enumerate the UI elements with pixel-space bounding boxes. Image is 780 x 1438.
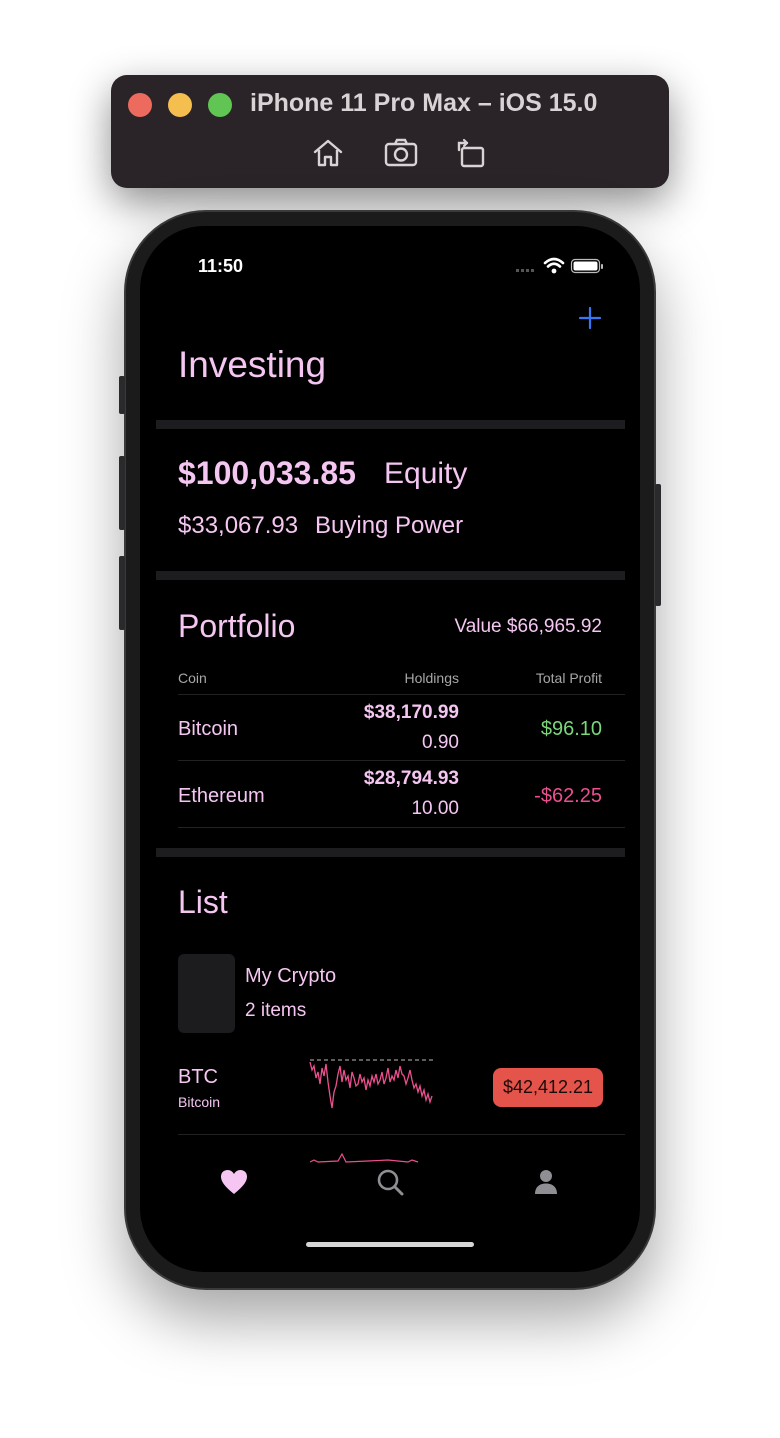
portfolio-title: Portfolio — [178, 608, 296, 644]
buying-power-label: Buying Power — [315, 512, 464, 539]
buying-power-value: $33,067.93 — [178, 512, 299, 539]
app-screen: 11:50 Investing $100,033.85 Equity $33,0… — [140, 226, 640, 1272]
sparkline-path — [309, 1061, 433, 1109]
screenshot-icon[interactable] — [383, 136, 419, 170]
table-row[interactable]: Bitcoin $38,170.99 0.90 $96.10 — [140, 695, 640, 760]
partial-sparkline — [308, 1151, 438, 1163]
status-time: 11:50 — [198, 256, 244, 276]
equity-value: $100,033.85 — [178, 455, 356, 491]
zoom-window-button[interactable] — [208, 93, 232, 117]
table-row[interactable]: Ethereum $28,794.93 10.00 -$62.25 — [140, 761, 640, 827]
coin-name: Bitcoin — [178, 718, 239, 740]
power-button — [655, 484, 661, 606]
list-item-count: 2 items — [245, 1000, 307, 1021]
list-title: List — [178, 884, 228, 920]
battery-icon — [570, 258, 603, 274]
tab-search[interactable] — [374, 1166, 406, 1198]
cellular-signal-icon — [516, 269, 534, 272]
holdings-value: $28,794.93 — [363, 768, 459, 789]
column-header-total-profit: Total Profit — [535, 670, 602, 686]
coin-name: Ethereum — [178, 785, 265, 807]
total-profit: -$62.25 — [534, 785, 602, 807]
volume-up-button — [119, 456, 125, 530]
plus-icon — [578, 306, 602, 330]
search-icon — [377, 1169, 404, 1196]
minimize-window-button[interactable] — [168, 93, 192, 117]
list-thumbnail[interactable] — [178, 954, 235, 1033]
simulator-title: iPhone 11 Pro Max – iOS 15.0 — [250, 89, 598, 117]
holdings-quantity: 0.90 — [422, 732, 459, 753]
rotate-icon[interactable] — [453, 136, 489, 170]
section-divider — [156, 571, 625, 580]
list-name[interactable]: My Crypto — [245, 965, 336, 988]
section-divider — [156, 848, 625, 857]
column-header-coin: Coin — [178, 670, 207, 686]
heart-icon — [221, 1170, 247, 1194]
total-profit: $96.10 — [540, 718, 602, 740]
holdings-quantity: 10.00 — [411, 798, 459, 819]
tab-favorites[interactable] — [218, 1166, 250, 1198]
home-indicator[interactable] — [306, 1242, 474, 1247]
sparkline-chart — [308, 1056, 438, 1118]
ticker-price-badge[interactable]: $42,412.21 — [493, 1068, 603, 1107]
holdings-value: $38,170.99 — [363, 702, 459, 723]
close-window-button[interactable] — [128, 93, 152, 117]
row-separator — [178, 1134, 625, 1135]
add-button[interactable] — [574, 302, 606, 334]
row-separator — [178, 827, 625, 828]
volume-down-button — [119, 556, 125, 630]
column-header-holdings: Holdings — [404, 670, 459, 686]
ticker-symbol[interactable]: BTC — [178, 1066, 218, 1089]
ticker-name: Bitcoin — [178, 1094, 221, 1110]
mute-switch — [119, 376, 125, 414]
portfolio-value: Value $66,965.92 — [454, 616, 602, 637]
equity-label: Equity — [384, 457, 468, 490]
status-indicators — [516, 256, 606, 278]
tab-profile[interactable] — [530, 1166, 562, 1198]
page-title: Investing — [178, 344, 327, 385]
wifi-icon — [543, 257, 565, 274]
section-divider — [156, 420, 625, 429]
home-icon[interactable] — [310, 136, 346, 170]
person-icon — [535, 1170, 557, 1194]
